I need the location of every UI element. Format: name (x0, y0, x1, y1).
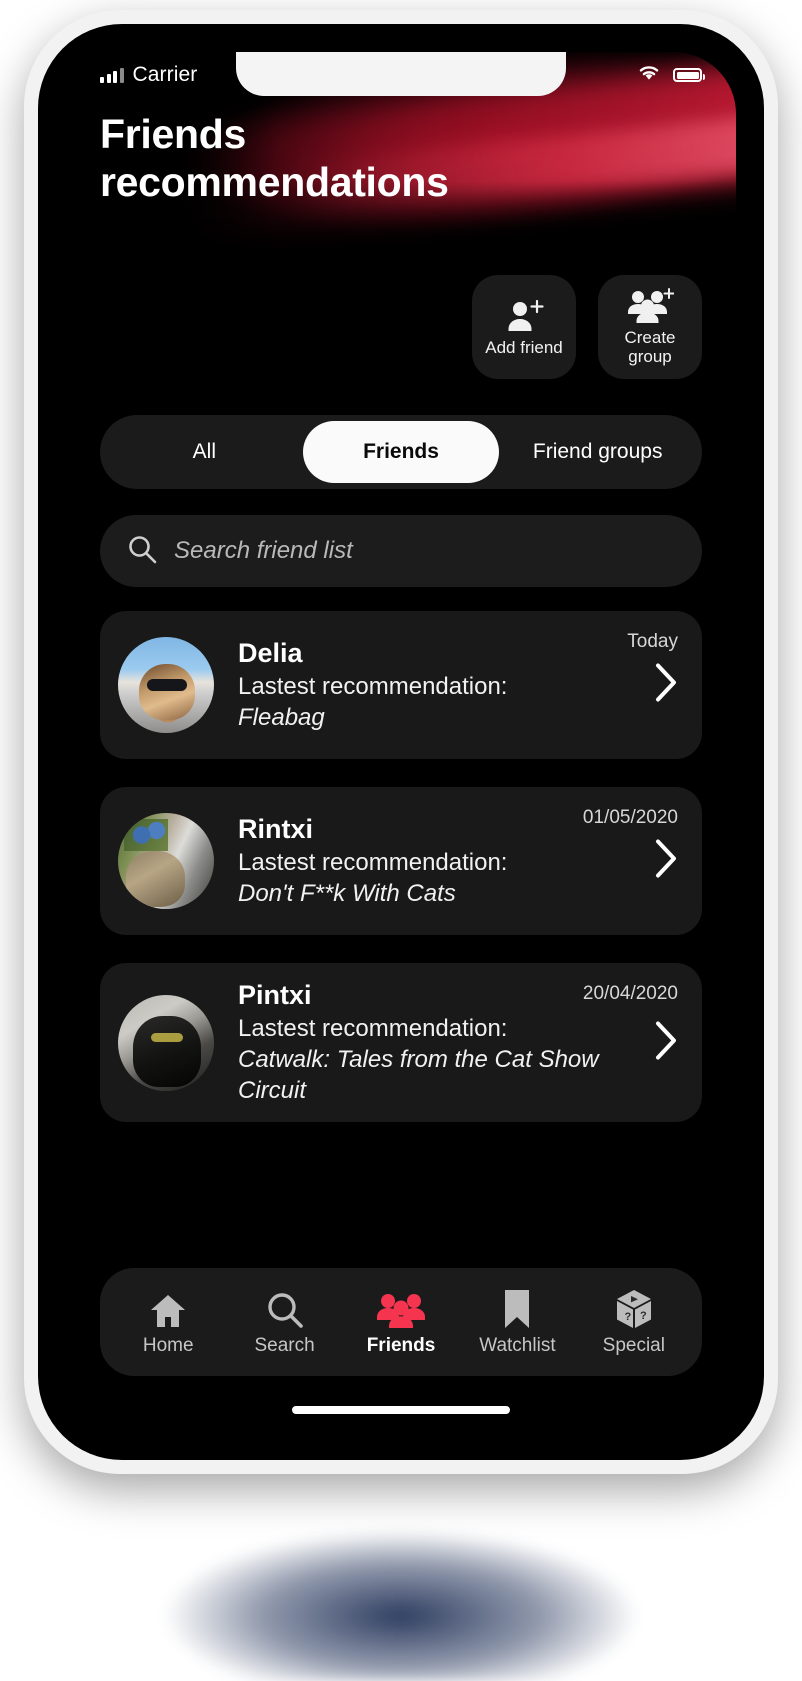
action-button-row: Add friend Create group (66, 267, 736, 379)
add-friend-button[interactable]: Add friend (472, 275, 576, 379)
nav-item-special-label: Special (602, 1334, 665, 1356)
recommendation-label: Lastest recommendation: (238, 1014, 508, 1042)
svg-text:?: ? (640, 1310, 647, 1322)
create-group-label: Create group (624, 328, 676, 366)
mystery-cube-icon: ? ? (613, 1288, 655, 1330)
friend-list: Delia Lastest recommendation: Fleabag To… (66, 611, 736, 1123)
nav-item-search-label: Search (254, 1334, 315, 1356)
chevron-right-icon[interactable] (652, 1018, 680, 1067)
tab-friends-label: Friends (363, 440, 439, 463)
page-title: Friends recommendations (100, 110, 449, 207)
list-item[interactable]: Delia Lastest recommendation: Fleabag To… (100, 611, 702, 759)
nav-item-friends-label: Friends (366, 1334, 436, 1356)
tab-all[interactable]: All (106, 421, 303, 483)
friend-card-body: Delia Lastest recommendation: Fleabag (214, 637, 682, 733)
recommendation-label: Lastest recommendation: (238, 848, 508, 876)
list-item[interactable]: Rintxi Lastest recommendation: Don't F**… (100, 787, 702, 935)
page-title-line-2: recommendations (100, 159, 449, 206)
signal-bars-icon (100, 67, 124, 83)
nav-item-watchlist[interactable]: Watchlist (459, 1288, 575, 1357)
friend-name: Rintxi (238, 813, 314, 844)
tab-friends[interactable]: Friends (302, 421, 500, 483)
recommendation-title: Don't F**k With Cats (238, 879, 456, 907)
avatar (118, 813, 214, 909)
add-friend-icon (503, 297, 545, 335)
chevron-right-icon[interactable] (652, 837, 680, 886)
home-icon (148, 1288, 188, 1330)
wifi-icon (636, 63, 662, 87)
filter-segmented-control: All Friends Friend groups (100, 415, 702, 489)
status-bar-right (636, 63, 705, 87)
search-input[interactable]: Search friend list (174, 537, 353, 565)
scene: Friends recommendations Carrier Add frie… (0, 0, 802, 1681)
nav-item-search[interactable]: Search (226, 1288, 342, 1357)
friend-name: Delia (238, 637, 303, 668)
tab-friend-groups[interactable]: Friend groups (499, 421, 696, 483)
recommendation-title: Catwalk: Tales from the Cat Show Circuit (238, 1045, 599, 1105)
carrier-label: Carrier (132, 63, 198, 86)
add-friend-label: Add friend (485, 337, 563, 357)
bottom-navigation: Home Search Friends Watchlist ? ? Specia… (100, 1268, 702, 1376)
nav-item-special[interactable]: ? ? Special (576, 1288, 692, 1357)
list-item[interactable]: Pintxi Lastest recommendation: Catwalk: … (100, 963, 702, 1123)
nav-item-home[interactable]: Home (110, 1288, 226, 1357)
nav-item-watchlist-label: Watchlist (479, 1334, 556, 1356)
status-badge: 01/05/2020 (582, 807, 678, 828)
tab-friend-groups-label: Friend groups (532, 440, 663, 463)
tab-all-label: All (192, 440, 216, 463)
status-badge: 20/04/2020 (582, 983, 678, 1004)
svg-text:?: ? (624, 1311, 631, 1323)
recommendation-label: Lastest recommendation: (238, 672, 508, 700)
home-indicator (292, 1406, 510, 1414)
search-bar[interactable]: Search friend list (100, 515, 702, 587)
bookmark-icon (501, 1288, 533, 1330)
main-content: Add friend Create group All Friends Frie… (66, 267, 736, 1432)
avatar (118, 637, 214, 733)
battery-icon (673, 68, 705, 82)
recommendation-title: Fleabag (238, 703, 325, 731)
status-bar-left: Carrier (100, 63, 197, 87)
search-icon (265, 1288, 305, 1330)
chevron-right-icon[interactable] (652, 661, 680, 710)
status-bar: Carrier (66, 52, 736, 98)
nav-item-home-label: Home (142, 1334, 194, 1356)
phone-screen: Friends recommendations Carrier Add frie… (66, 52, 736, 1432)
status-badge: Today (627, 631, 678, 652)
friend-name: Pintxi (238, 980, 312, 1010)
phone-device: Friends recommendations Carrier Add frie… (24, 10, 778, 1474)
nav-item-friends[interactable]: Friends (343, 1288, 459, 1357)
avatar (118, 994, 214, 1091)
friends-icon (377, 1288, 426, 1330)
page-title-line-1: Friends (100, 111, 246, 157)
search-icon (126, 533, 158, 570)
create-group-button[interactable]: Create group (598, 275, 702, 379)
create-group-icon (626, 287, 674, 325)
